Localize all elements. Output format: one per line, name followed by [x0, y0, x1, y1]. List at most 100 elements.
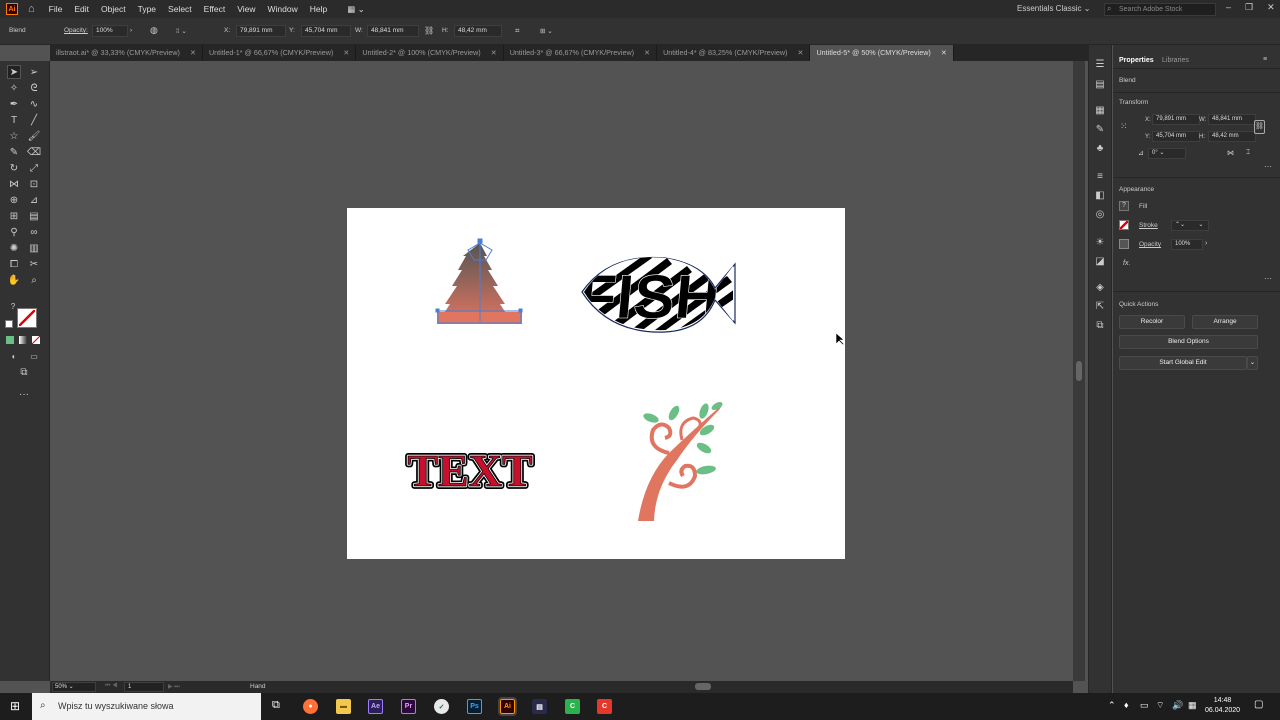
- windows-start-icon[interactable]: ⊞: [10, 699, 20, 713]
- flip-vertical-icon[interactable]: ⌶: [1246, 149, 1250, 157]
- artboard-tool-icon[interactable]: ⧠: [7, 257, 21, 271]
- magic-wand-icon[interactable]: ✧: [7, 81, 21, 95]
- opacity-label[interactable]: Opacity: [1139, 241, 1161, 248]
- close-tab-icon[interactable]: ✕: [190, 45, 196, 61]
- menu-effect[interactable]: Effect: [204, 4, 226, 14]
- global-edit-dropdown-icon[interactable]: ⌄: [1247, 356, 1258, 370]
- properties-icon[interactable]: ☰: [1093, 57, 1107, 71]
- artboard[interactable]: FISH TEXT TEXT TEXT: [347, 208, 845, 559]
- symbol-sprayer-icon[interactable]: ✺: [7, 241, 21, 255]
- fill-stroke-swatch[interactable]: [5, 308, 39, 330]
- restore-icon[interactable]: ❐: [1245, 2, 1253, 13]
- y-field[interactable]: 45,704 mm: [301, 25, 351, 37]
- premiere-icon[interactable]: Pr: [401, 699, 416, 714]
- task-view-icon[interactable]: ⧉: [272, 699, 280, 712]
- notifications-icon[interactable]: ▢: [1254, 699, 1263, 710]
- tab-document-3[interactable]: Untitled-3* @ 66,67% (CMYK/Preview) ✕: [504, 45, 658, 61]
- firefox-icon[interactable]: ●: [303, 699, 318, 714]
- artboard-nav-next-icon[interactable]: ▶ ⏭: [168, 683, 180, 691]
- menu-view[interactable]: View: [237, 4, 255, 14]
- mesh-tool-icon[interactable]: ⊞: [7, 209, 21, 223]
- tab-libraries[interactable]: Libraries: [1162, 57, 1189, 64]
- reference-point-icon[interactable]: ⁙: [1120, 121, 1128, 132]
- panel-w-field[interactable]: 48,841 mm: [1208, 114, 1256, 125]
- shaper-tool-icon[interactable]: ✎: [7, 145, 21, 159]
- text-art[interactable]: TEXT TEXT TEXT: [404, 442, 535, 499]
- none-mode-icon[interactable]: [32, 336, 40, 344]
- minimize-icon[interactable]: –: [1226, 2, 1231, 13]
- fish-shape[interactable]: FISH: [567, 248, 747, 340]
- artboard-number-field[interactable]: 1: [124, 682, 164, 692]
- h-field[interactable]: 48,42 mm: [454, 25, 502, 37]
- menu-file[interactable]: File: [49, 4, 63, 14]
- home-icon[interactable]: ⌂: [28, 3, 35, 15]
- artboards-icon[interactable]: ⧉: [1093, 318, 1107, 332]
- panel-y-field[interactable]: 45,704 mm: [1152, 131, 1200, 142]
- vertical-scroll-thumb[interactable]: [1076, 361, 1082, 381]
- menu-help[interactable]: Help: [310, 4, 327, 14]
- opacity-field[interactable]: 100%: [1171, 239, 1203, 250]
- blend-options-button[interactable]: Blend Options: [1119, 335, 1258, 349]
- type-tool-icon[interactable]: T: [7, 113, 21, 127]
- close-tab-icon[interactable]: ✕: [797, 45, 803, 61]
- horizontal-scroll-thumb[interactable]: [695, 683, 711, 690]
- transform-icon[interactable]: ⌗: [515, 26, 520, 36]
- pen-tool-icon[interactable]: ✒: [7, 97, 21, 111]
- more-options-icon[interactable]: ···: [1264, 274, 1272, 283]
- fill-swatch-icon[interactable]: ?: [1119, 201, 1129, 211]
- after-effects-icon[interactable]: Ae: [368, 699, 383, 714]
- volume-icon[interactable]: 🔊: [1172, 700, 1183, 711]
- blend-tree-shape[interactable]: [435, 238, 523, 324]
- close-tab-icon[interactable]: ✕: [343, 45, 349, 61]
- taskbar-clock[interactable]: 14:48 06.04.2020: [1205, 696, 1240, 716]
- camtasia-icon[interactable]: C: [565, 699, 580, 714]
- rotate-angle-field[interactable]: 0° ⌄: [1148, 148, 1186, 159]
- scale-tool-icon[interactable]: ⤢: [27, 161, 41, 175]
- language-icon[interactable]: ▦: [1188, 700, 1197, 711]
- artboard-nav-prev-icon[interactable]: ⏮ ◀: [105, 683, 117, 690]
- opacity-label[interactable]: Opacity:: [64, 27, 88, 34]
- arrange-documents-icon[interactable]: ▦ ⌄: [347, 4, 365, 15]
- libraries-icon[interactable]: ▤: [1093, 77, 1107, 91]
- gradient-mode-icon[interactable]: [19, 336, 27, 344]
- vertical-scrollbar[interactable]: [1073, 61, 1085, 681]
- panel-menu-icon[interactable]: ≡: [1263, 56, 1267, 63]
- start-global-edit-button[interactable]: Start Global Edit: [1119, 356, 1247, 370]
- export-icon[interactable]: ⇱: [1093, 299, 1107, 313]
- tab-document-1[interactable]: Untitled-1* @ 66,67% (CMYK/Preview) ✕: [203, 45, 357, 61]
- selection-tool-icon[interactable]: ➤: [7, 65, 21, 79]
- change-screen-icon[interactable]: ⧉: [17, 365, 31, 379]
- tab-properties[interactable]: Properties: [1119, 57, 1154, 64]
- align-panel-icon[interactable]: ≡: [1093, 169, 1107, 183]
- zoom-tool-icon[interactable]: ⌕: [27, 273, 41, 287]
- width-tool-icon[interactable]: ⋈: [7, 177, 21, 191]
- hand-tool-icon[interactable]: ✋: [7, 273, 21, 287]
- perspective-grid-icon[interactable]: ⊿: [27, 193, 41, 207]
- flip-horizontal-icon[interactable]: ⋈: [1227, 149, 1234, 157]
- align-icon[interactable]: ⁞⁞ ⌄: [176, 27, 187, 35]
- constrain-proportions-icon[interactable]: ⛓: [1254, 120, 1265, 134]
- menu-window[interactable]: Window: [268, 4, 298, 14]
- taskbar-search-input[interactable]: Wpisz tu wyszukiwane słowa: [32, 693, 261, 720]
- eyedropper-tool-icon[interactable]: ⚲: [7, 225, 21, 239]
- appearance-icon[interactable]: ☀: [1093, 235, 1107, 249]
- fx-icon[interactable]: fx.: [1123, 260, 1130, 267]
- more-options-icon[interactable]: ···: [1264, 162, 1272, 171]
- curvature-tool-icon[interactable]: ∿: [27, 97, 41, 111]
- recolor-globe-icon[interactable]: ◍: [150, 25, 158, 36]
- branch-illustration[interactable]: [638, 400, 724, 521]
- blend-tool-icon[interactable]: ∞: [27, 225, 41, 239]
- edit-toolbar-icon[interactable]: ···: [17, 387, 31, 401]
- stroke-weight-field[interactable]: ⌃⌄ ⌄: [1171, 220, 1209, 231]
- chevron-right-icon[interactable]: ›: [1205, 240, 1207, 247]
- file-explorer-icon[interactable]: ▬: [336, 699, 351, 714]
- close-icon[interactable]: ✕: [1267, 2, 1275, 13]
- arrange-button[interactable]: Arrange: [1192, 315, 1258, 329]
- menu-object[interactable]: Object: [101, 4, 126, 14]
- wifi-icon[interactable]: ⌔: [1156, 700, 1164, 711]
- stroke-swatch-icon[interactable]: [1119, 220, 1129, 230]
- transparency-icon[interactable]: ◎: [1093, 207, 1107, 221]
- color-mode-icon[interactable]: [6, 336, 14, 344]
- shape-builder-icon[interactable]: ⊕: [7, 193, 21, 207]
- vpn-icon[interactable]: ✓: [434, 699, 449, 714]
